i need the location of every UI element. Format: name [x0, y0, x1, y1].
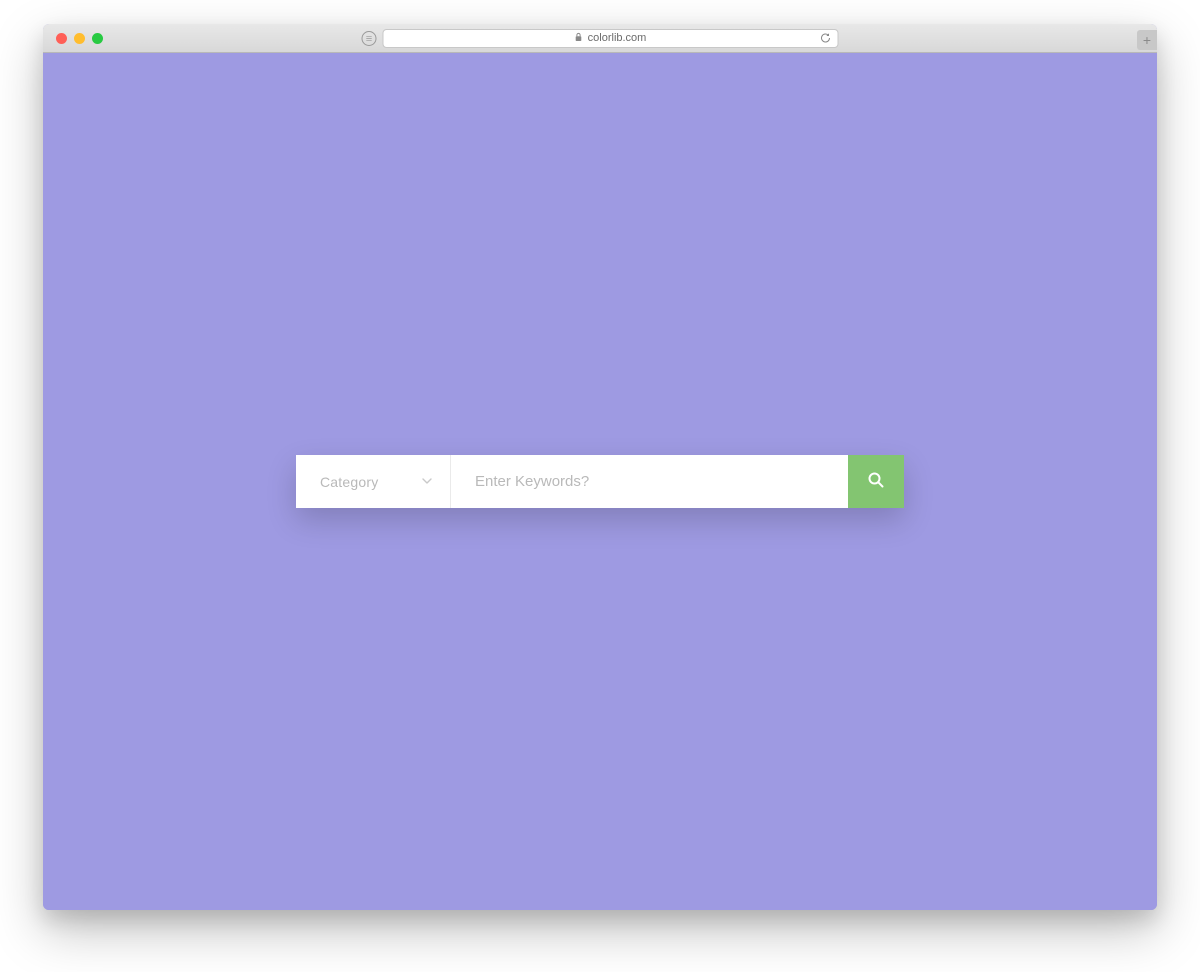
search-form: Category	[296, 455, 904, 508]
url-text: colorlib.com	[588, 32, 647, 44]
new-tab-button[interactable]: +	[1137, 30, 1157, 50]
page-content: Category	[43, 53, 1157, 910]
close-window-button[interactable]	[56, 33, 67, 44]
search-button[interactable]	[848, 455, 904, 508]
search-icon	[868, 472, 884, 491]
lock-icon	[575, 32, 583, 45]
plus-icon: +	[1143, 32, 1151, 48]
maximize-window-button[interactable]	[92, 33, 103, 44]
category-label: Category	[320, 474, 378, 490]
category-select[interactable]: Category	[296, 455, 451, 508]
address-bar[interactable]: colorlib.com	[383, 29, 839, 48]
reader-view-button[interactable]	[362, 31, 377, 46]
address-bar-container: colorlib.com	[362, 29, 839, 48]
chevron-down-icon	[422, 473, 432, 491]
keyword-input[interactable]	[451, 455, 848, 508]
browser-window: colorlib.com + Category	[43, 24, 1157, 910]
browser-chrome: colorlib.com +	[43, 24, 1157, 53]
minimize-window-button[interactable]	[74, 33, 85, 44]
reload-icon[interactable]	[820, 32, 832, 44]
traffic-lights	[56, 33, 103, 44]
